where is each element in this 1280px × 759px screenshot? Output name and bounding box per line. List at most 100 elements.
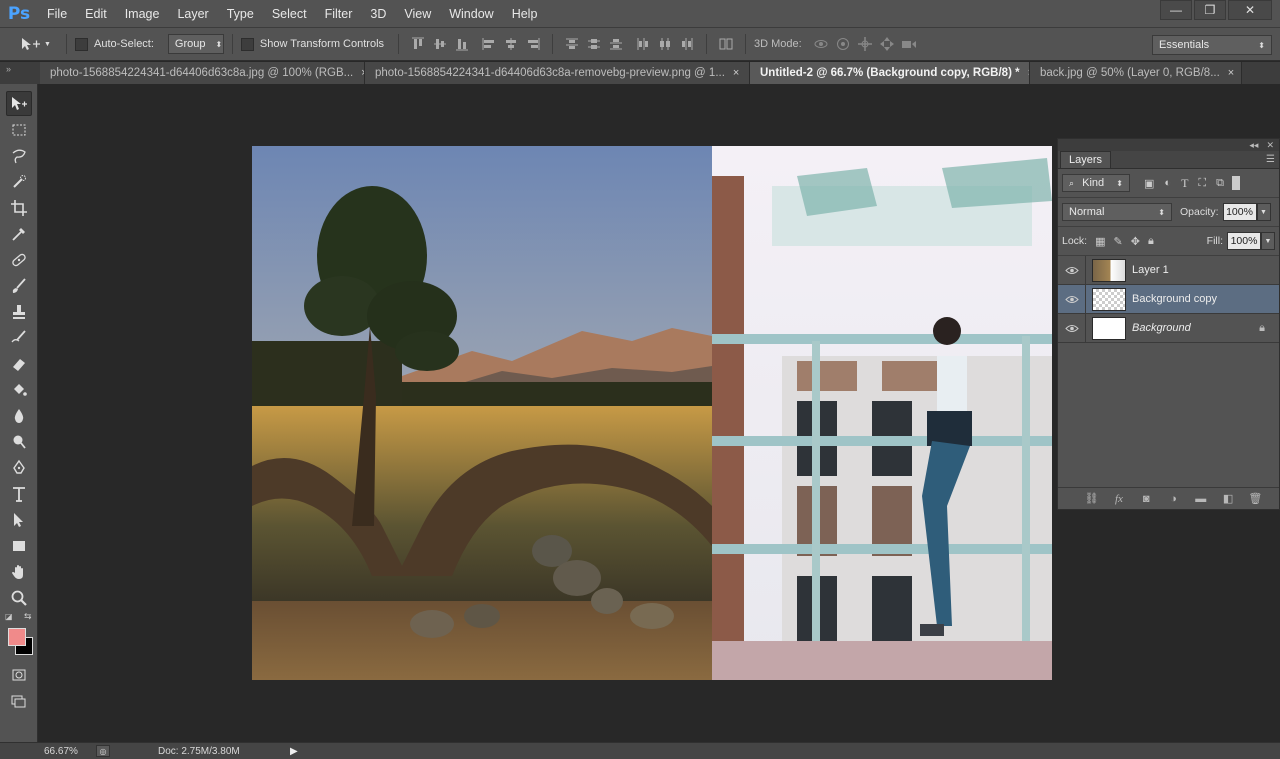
brush-tool[interactable] xyxy=(6,273,32,298)
restore-button[interactable]: ❐ xyxy=(1194,0,1226,20)
rectangle-tool[interactable] xyxy=(6,533,32,558)
3d-scale-icon[interactable] xyxy=(901,36,917,52)
align-top-icon[interactable] xyxy=(410,36,426,52)
zoom-level[interactable]: 66.67% xyxy=(44,746,94,757)
3d-pan-icon[interactable] xyxy=(857,36,873,52)
menu-type[interactable]: Type xyxy=(218,0,263,28)
opacity-input[interactable]: 100% xyxy=(1222,203,1257,221)
crop-tool[interactable] xyxy=(6,195,32,220)
align-right-icon[interactable] xyxy=(525,36,541,52)
tab-close-icon[interactable]: × xyxy=(1228,67,1234,79)
layer-row-layer-1[interactable]: Layer 1 xyxy=(1058,255,1279,285)
distribute-bottom-icon[interactable] xyxy=(608,36,624,52)
layer-row-background[interactable]: Background 🔒︎ xyxy=(1058,313,1279,343)
layer-style-fx-icon[interactable]: fx xyxy=(1111,493,1127,505)
close-button[interactable]: ✕ xyxy=(1228,0,1272,20)
3d-slide-icon[interactable] xyxy=(879,36,895,52)
minimize-button[interactable]: — xyxy=(1160,0,1192,20)
auto-select-checkbox[interactable] xyxy=(75,37,88,51)
lock-position-icon[interactable]: ✥ xyxy=(1131,235,1140,248)
default-colors-icon[interactable]: ◪ xyxy=(5,612,13,621)
path-select-tool[interactable] xyxy=(6,507,32,532)
menu-file[interactable]: File xyxy=(38,0,76,28)
3d-roll-icon[interactable] xyxy=(835,36,851,52)
visibility-eye-icon[interactable] xyxy=(1058,284,1086,314)
visibility-eye-icon[interactable] xyxy=(1058,255,1086,285)
auto-select-dropdown[interactable]: Group ⬍ xyxy=(167,34,224,54)
menu-help[interactable]: Help xyxy=(503,0,547,28)
new-group-icon[interactable]: ▬ xyxy=(1193,493,1209,505)
pen-tool[interactable] xyxy=(6,455,32,480)
filter-adjustment-icon[interactable]: ◐ xyxy=(1164,177,1171,189)
hand-tool[interactable] xyxy=(6,559,32,584)
blend-mode-dropdown[interactable]: Normal ⬍ xyxy=(1062,203,1172,221)
align-bottom-icon[interactable] xyxy=(454,36,470,52)
menu-window[interactable]: Window xyxy=(440,0,502,28)
lasso-tool[interactable] xyxy=(6,143,32,168)
layer-row-background-copy[interactable]: Background copy xyxy=(1058,284,1279,314)
tab-removebg-png[interactable]: photo-1568854224341-d64406d63c8a-removeb… xyxy=(365,62,750,84)
collapse-icon[interactable]: ◂◂ xyxy=(1249,140,1258,151)
paint-bucket-tool[interactable] xyxy=(6,377,32,402)
filter-toggle[interactable] xyxy=(1231,176,1240,190)
align-vcenter-icon[interactable] xyxy=(432,36,448,52)
align-hcenter-icon[interactable] xyxy=(503,36,519,52)
lock-transparent-icon[interactable]: ▦ xyxy=(1095,235,1105,248)
3d-rotate-icon[interactable] xyxy=(813,36,829,52)
eyedropper-tool[interactable] xyxy=(6,221,32,246)
menu-layer[interactable]: Layer xyxy=(168,0,217,28)
filter-smart-object-icon[interactable]: ⧉ xyxy=(1216,177,1224,190)
quick-select-tool[interactable] xyxy=(6,169,32,194)
stamp-tool[interactable] xyxy=(6,299,32,324)
tab-close-icon[interactable]: × xyxy=(733,67,739,79)
fill-dropdown-button[interactable]: ▼ xyxy=(1261,232,1275,250)
link-layers-icon[interactable]: ⛓ xyxy=(1084,492,1100,505)
opacity-dropdown-button[interactable]: ▼ xyxy=(1256,203,1271,221)
type-tool[interactable] xyxy=(6,481,32,506)
menu-image[interactable]: Image xyxy=(116,0,169,28)
tabs-collapse-icon[interactable]: » xyxy=(0,62,40,84)
healing-brush-tool[interactable] xyxy=(6,247,32,272)
fill-input[interactable]: 100% xyxy=(1227,232,1261,250)
tab-photo-jpg[interactable]: photo-1568854224341-d64406d63c8a.jpg @ 1… xyxy=(40,62,365,84)
foreground-color-swatch[interactable] xyxy=(8,628,26,646)
dodge-tool[interactable] xyxy=(6,429,32,454)
distribute-hcenter-icon[interactable] xyxy=(657,36,673,52)
move-tool-preset[interactable]: ▼ xyxy=(0,36,58,52)
document-canvas[interactable] xyxy=(252,146,1052,680)
eraser-tool[interactable] xyxy=(6,351,32,376)
tab-untitled-2[interactable]: Untitled-2 @ 66.7% (Background copy, RGB… xyxy=(750,62,1030,84)
distribute-left-icon[interactable] xyxy=(635,36,651,52)
filter-pixel-icon[interactable]: ▣ xyxy=(1144,177,1154,190)
show-transform-checkbox[interactable] xyxy=(240,37,254,51)
visibility-eye-icon[interactable] xyxy=(1058,313,1086,343)
lock-all-icon[interactable]: 🔒︎ xyxy=(1148,235,1154,248)
panel-close-icon[interactable]: ✕ xyxy=(1266,140,1274,151)
distribute-top-icon[interactable] xyxy=(564,36,580,52)
history-brush-tool[interactable] xyxy=(6,325,32,350)
delete-layer-icon[interactable]: 🗑︎ xyxy=(1247,492,1263,505)
tab-back-jpg[interactable]: back.jpg @ 50% (Layer 0, RGB/8... × xyxy=(1030,62,1242,84)
filter-type-icon[interactable]: T xyxy=(1181,176,1188,191)
distribute-vcenter-icon[interactable] xyxy=(586,36,602,52)
align-left-icon[interactable] xyxy=(481,36,497,52)
workspace-dropdown[interactable]: Essentials ⬍ xyxy=(1152,35,1272,55)
menu-3d[interactable]: 3D xyxy=(361,0,395,28)
menu-filter[interactable]: Filter xyxy=(316,0,362,28)
blur-tool[interactable] xyxy=(6,403,32,428)
filter-kind-dropdown[interactable]: ⌕ Kind ⬍ xyxy=(1062,174,1130,192)
distribute-right-icon[interactable] xyxy=(679,36,695,52)
zoom-tool[interactable] xyxy=(6,585,32,610)
panel-menu-icon[interactable]: ☰ xyxy=(1266,154,1275,165)
move-tool[interactable] xyxy=(6,91,32,116)
menu-select[interactable]: Select xyxy=(263,0,316,28)
marquee-tool[interactable] xyxy=(6,117,32,142)
tab-layers[interactable]: Layers xyxy=(1060,151,1112,168)
adjustment-layer-icon[interactable]: ◑ xyxy=(1165,493,1181,505)
share-icon[interactable]: ◎ xyxy=(96,745,110,757)
menu-edit[interactable]: Edit xyxy=(76,0,116,28)
lock-pixels-icon[interactable]: ✎ xyxy=(1114,235,1123,248)
screen-mode-button[interactable] xyxy=(6,688,32,713)
quick-mask-button[interactable] xyxy=(6,662,32,687)
status-menu-arrow-icon[interactable]: ▶ xyxy=(290,746,298,757)
